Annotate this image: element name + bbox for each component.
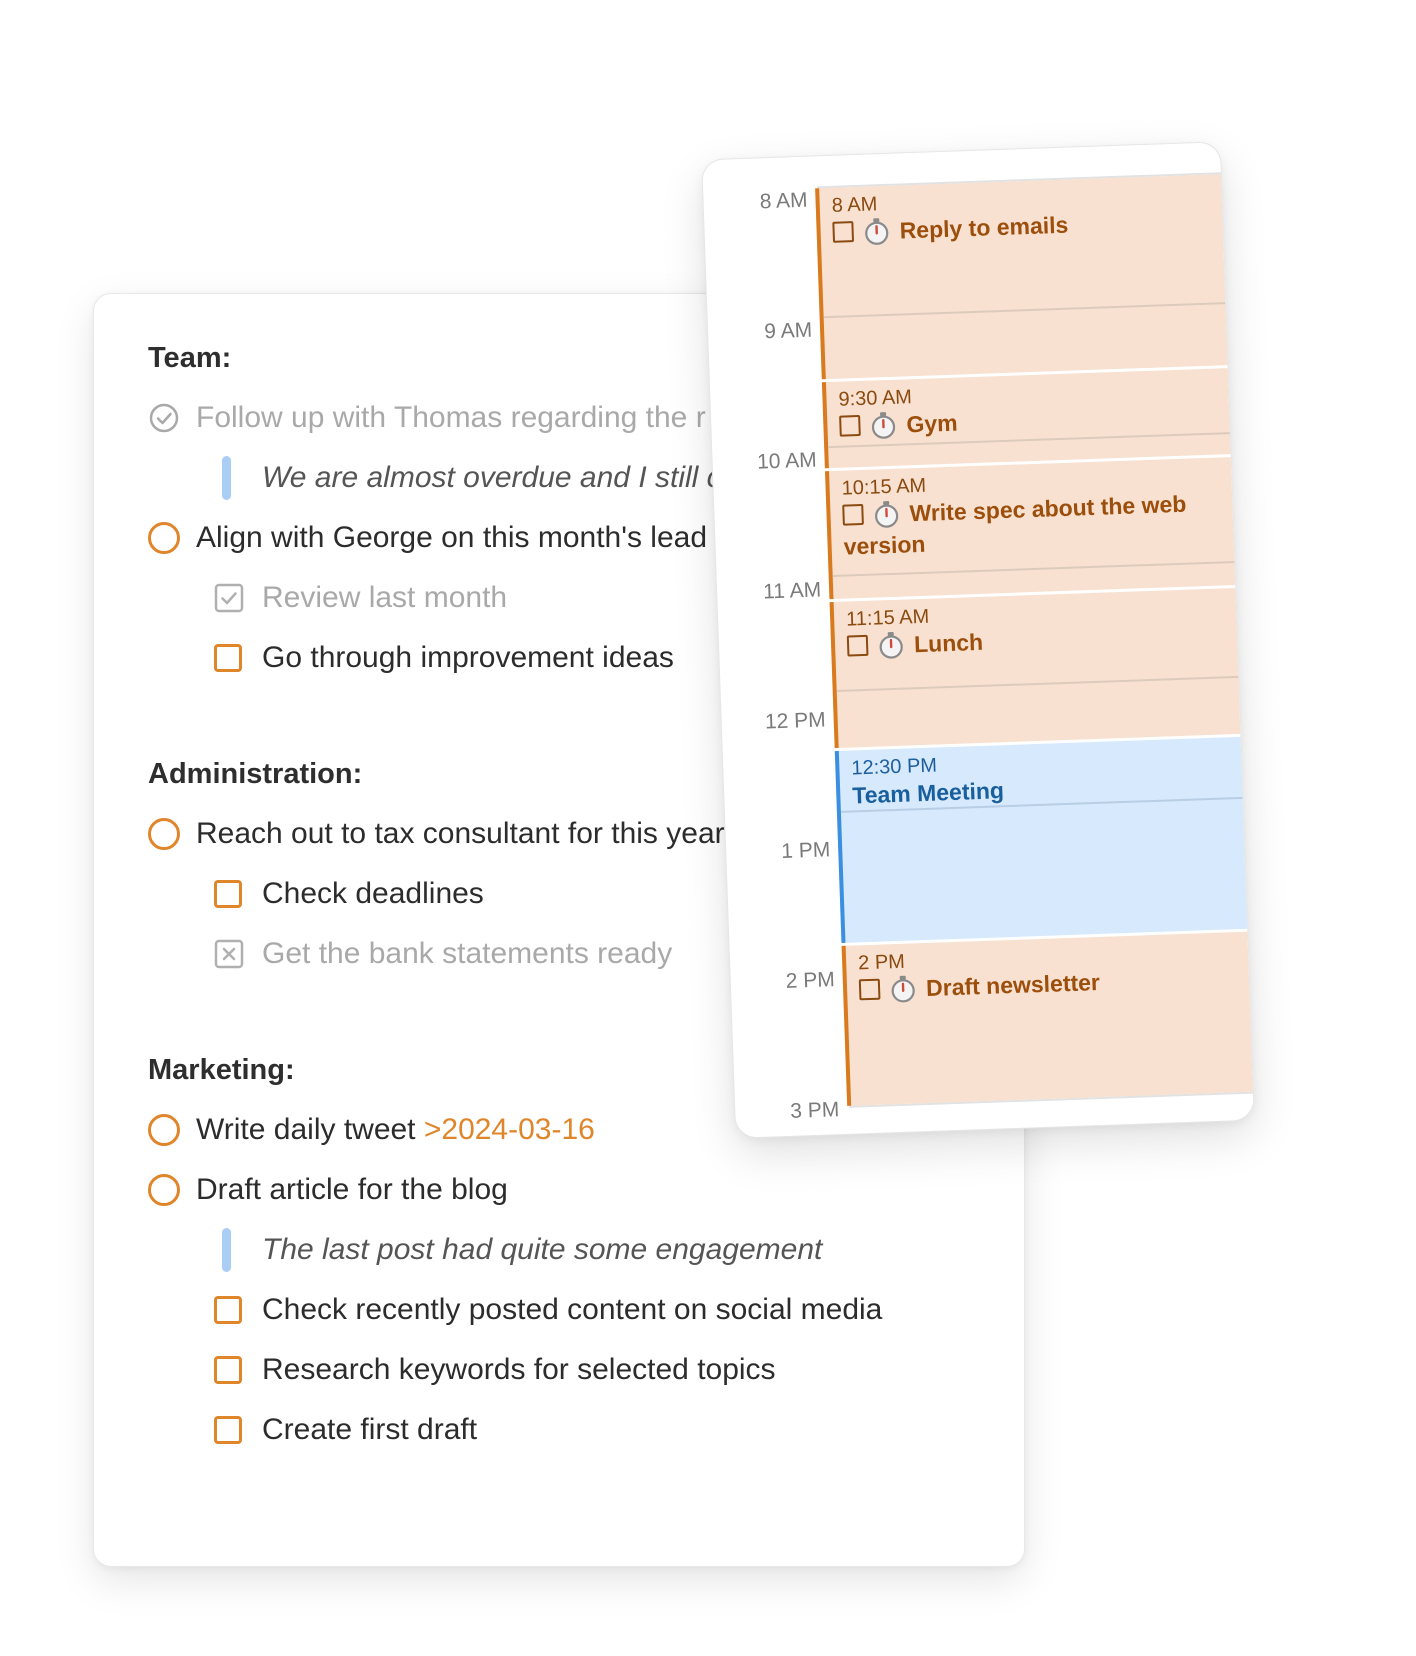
section-heading-label: Team: <box>148 341 232 374</box>
task-item[interactable]: Draft article for the blog <box>94 1170 1024 1210</box>
checkbox-icon[interactable] <box>214 644 242 672</box>
event-checkbox[interactable] <box>846 634 869 657</box>
open-task-circle-icon[interactable] <box>148 1174 180 1206</box>
hour-label: 2 PM <box>785 968 836 993</box>
event-title: Reply to emails <box>899 211 1069 244</box>
calendar-event[interactable]: 11:15 AM Lunch <box>829 587 1241 749</box>
subtask-item[interactable]: Create first draft <box>94 1410 1024 1450</box>
subtask-text: Research keywords for selected topics <box>262 1353 776 1386</box>
hour-label: 11 AM <box>762 578 822 604</box>
section-heading-label: Administration: <box>148 757 363 790</box>
task-text: Follow up with Thomas regarding the r <box>196 401 706 434</box>
checkbox-icon[interactable] <box>214 880 242 908</box>
due-date-link[interactable]: >2024-03-16 <box>424 1113 595 1146</box>
task-text: Draft article for the blog <box>196 1173 508 1206</box>
hour-gridline <box>836 675 1239 692</box>
hour-label: 12 PM <box>764 708 827 734</box>
quote-line: The last post had quite some engagement <box>94 1228 1024 1272</box>
hour-label: 8 AM <box>759 188 808 214</box>
hour-label: 9 AM <box>763 318 813 344</box>
calendar-event-meeting[interactable]: 12:30 PM Team Meeting <box>834 736 1248 943</box>
subtask-item[interactable]: Check recently posted content on social … <box>94 1290 1024 1330</box>
event-title-row: Write spec about the web version <box>842 487 1224 562</box>
calendar-event[interactable]: 9:30 AM Gym <box>821 368 1231 469</box>
checkbox-icon[interactable] <box>214 1416 242 1444</box>
calendar-event[interactable]: 10:15 AM Write spec about the web versio… <box>825 457 1236 600</box>
hour-gridline <box>823 302 1226 319</box>
task-text-wrap: Write daily tweet >2024-03-16 <box>196 1113 595 1147</box>
subtask-item[interactable]: Research keywords for selected topics <box>94 1350 1024 1390</box>
cancelled-checkbox-icon[interactable] <box>214 939 244 969</box>
event-title: Gym <box>905 409 958 438</box>
hour-label: 1 PM <box>780 838 831 863</box>
event-checkbox[interactable] <box>839 414 861 437</box>
quote-text: The last post had quite some engagement <box>262 1233 823 1266</box>
event-checkbox[interactable] <box>832 221 855 243</box>
subtask-text: Get the bank statements ready <box>262 937 673 970</box>
checkbox-icon[interactable] <box>214 1296 242 1324</box>
event-title: Draft newsletter <box>925 968 1101 1002</box>
open-task-circle-icon[interactable] <box>148 1114 180 1146</box>
checkbox-icon[interactable] <box>214 1356 242 1384</box>
hour-gridline <box>832 561 1235 578</box>
quote-text: We are almost overdue and I still c <box>262 461 722 494</box>
section-heading-label: Marketing: <box>148 1053 295 1086</box>
quote-bar <box>222 1228 231 1272</box>
stopwatch-icon <box>865 218 889 245</box>
subtask-text: Check deadlines <box>262 877 484 910</box>
task-text: Reach out to tax consultant for this yea… <box>196 817 725 850</box>
completed-circle-icon[interactable] <box>148 402 180 434</box>
calendar-event[interactable]: 2 PM Draft newsletter <box>841 931 1253 1106</box>
checked-checkbox-icon[interactable] <box>214 583 244 613</box>
task-text: Write daily tweet <box>196 1113 424 1146</box>
hour-label: 10 AM <box>756 448 818 474</box>
subtask-text: Create first draft <box>262 1413 478 1446</box>
open-task-circle-icon[interactable] <box>148 818 180 850</box>
hour-label: 3 PM <box>789 1098 840 1123</box>
stopwatch-icon <box>875 501 899 528</box>
task-text: Align with George on this month's lead <box>196 521 708 554</box>
open-task-circle-icon[interactable] <box>148 522 180 554</box>
stopwatch-icon <box>871 412 896 439</box>
quote-bar <box>222 456 231 500</box>
event-checkbox[interactable] <box>858 978 881 1001</box>
calendar-event[interactable]: 8 AM Reply to emails <box>815 174 1228 380</box>
stopwatch-icon <box>891 975 915 1003</box>
event-checkbox[interactable] <box>842 503 864 526</box>
subtask-text: Go through improvement ideas <box>262 641 674 674</box>
subtask-text: Check recently posted content on social … <box>262 1293 883 1326</box>
event-title: Lunch <box>913 628 984 658</box>
subtask-text: Review last month <box>262 581 508 614</box>
calendar-timeline-card: 8 AM 9 AM 10 AM 11 AM 12 PM 1 PM 2 PM 3 … <box>701 141 1255 1139</box>
stopwatch-icon <box>879 631 903 659</box>
